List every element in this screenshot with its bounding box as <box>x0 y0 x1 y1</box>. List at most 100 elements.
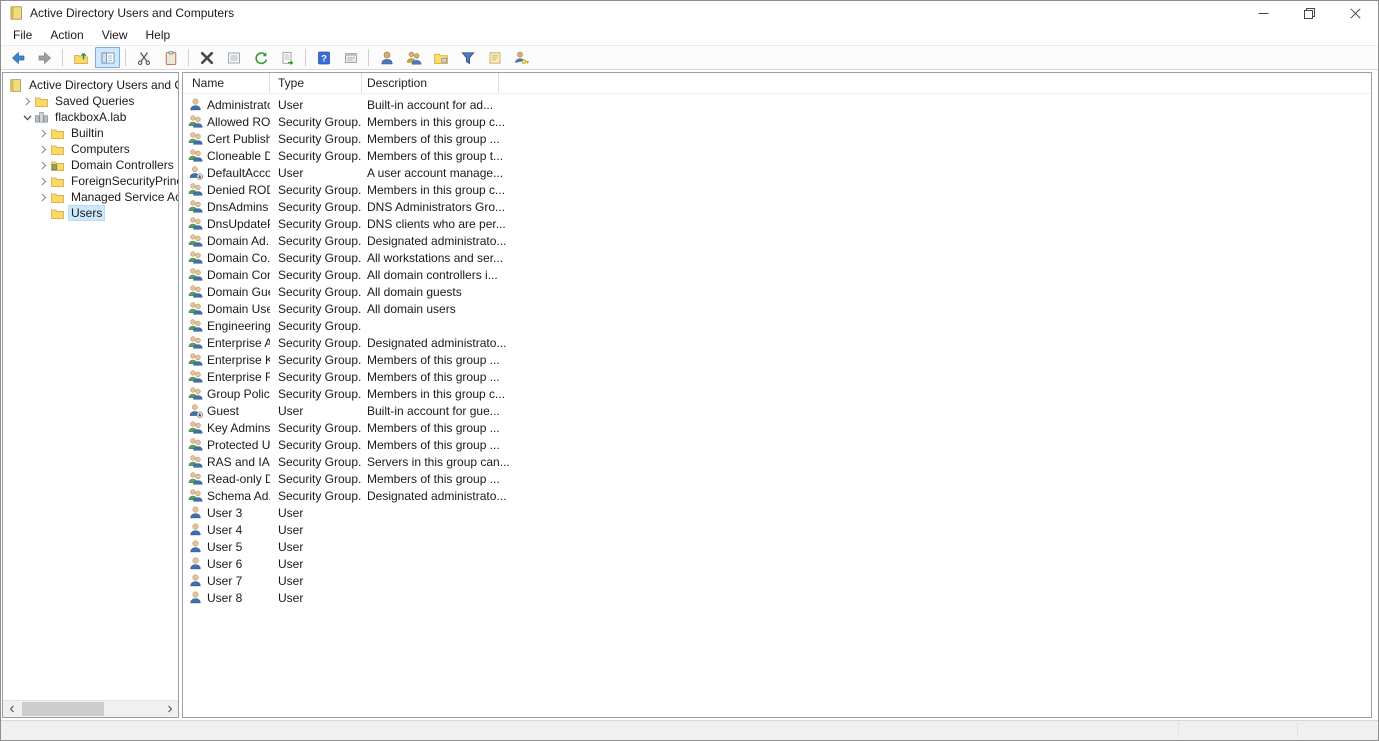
list-row[interactable]: User 6User <box>183 555 1371 572</box>
menu-help[interactable]: Help <box>137 26 180 44</box>
toolbar-find-user-button[interactable] <box>509 47 534 68</box>
list-row[interactable]: User 4User <box>183 521 1371 538</box>
tree-item-domain-controllers[interactable]: Domain Controllers <box>3 157 178 173</box>
list-row[interactable]: GuestUserBuilt-in account for gue... <box>183 402 1371 419</box>
tree-item-foreignsecurityprincipals[interactable]: ForeignSecurityPrincipals <box>3 173 178 189</box>
list-row[interactable]: User 8User <box>183 589 1371 606</box>
group-icon <box>188 471 204 487</box>
toolbar-up-one-level-button[interactable] <box>68 47 93 68</box>
list-row[interactable]: Domain Ad...Security Group...Designated … <box>183 232 1371 249</box>
list-row[interactable]: Read-only D...Security Group...Members o… <box>183 470 1371 487</box>
toolbar-delete-button[interactable] <box>194 47 219 68</box>
toolbar-set-filter-button[interactable] <box>455 47 480 68</box>
console-tree-icon <box>100 50 116 66</box>
cell-name: Engineering <box>183 318 270 334</box>
toolbar-new-ou-button[interactable] <box>428 47 453 68</box>
tree-horizontal-scrollbar[interactable] <box>3 700 178 717</box>
list-row[interactable]: Enterprise A...Security Group...Designat… <box>183 334 1371 351</box>
minimize-button[interactable] <box>1240 1 1286 25</box>
list-row[interactable]: AdministratorUserBuilt-in account for ad… <box>183 96 1371 113</box>
toolbar-cut-button[interactable] <box>131 47 156 68</box>
list-row[interactable]: Enterprise K...Security Group...Members … <box>183 351 1371 368</box>
menu-action[interactable]: Action <box>41 26 92 44</box>
toolbar-new-user-button[interactable] <box>374 47 399 68</box>
toolbar-properties-button[interactable] <box>221 47 246 68</box>
scrollbar-track[interactable] <box>20 701 161 717</box>
scrollbar-thumb[interactable] <box>22 702 104 716</box>
list-row[interactable]: RAS and IAS ...Security Group...Servers … <box>183 453 1371 470</box>
chevron-right-icon[interactable] <box>36 142 50 156</box>
cut-icon <box>136 50 152 66</box>
toolbar-export-list-button[interactable] <box>275 47 300 68</box>
list-row[interactable]: DefaultAcco...UserA user account manage.… <box>183 164 1371 181</box>
list-row[interactable]: Group Polic...Security Group...Members i… <box>183 385 1371 402</box>
list-row[interactable]: DnsUpdateP...Security Group...DNS client… <box>183 215 1371 232</box>
toolbar-help-button[interactable]: ? <box>311 47 336 68</box>
tree-item-builtin[interactable]: Builtin <box>3 125 178 141</box>
tree-item-users[interactable]: Users <box>3 205 178 221</box>
list-row[interactable]: Key AdminsSecurity Group...Members of th… <box>183 419 1371 436</box>
toolbar-show-window-button[interactable] <box>338 47 363 68</box>
list-row[interactable]: DnsAdminsSecurity Group...DNS Administra… <box>183 198 1371 215</box>
list-row[interactable]: Schema Ad...Security Group...Designated … <box>183 487 1371 504</box>
object-description: Members of this group ... <box>362 132 1371 146</box>
restore-button[interactable] <box>1286 1 1332 25</box>
list-row[interactable]: Protected Us...Security Group...Members … <box>183 436 1371 453</box>
list-row[interactable]: Denied ROD...Security Group...Members in… <box>183 181 1371 198</box>
user-key-icon <box>514 50 530 66</box>
chevron-right-icon[interactable] <box>36 158 50 172</box>
tree-item-label: Saved Queries <box>53 94 136 108</box>
group-icon <box>188 114 204 130</box>
column-header-type[interactable]: Type <box>270 73 362 93</box>
list-row[interactable]: Domain Co...Security Group...All worksta… <box>183 249 1371 266</box>
scroll-left-button[interactable] <box>3 701 20 717</box>
list-row[interactable]: Allowed RO...Security Group...Members in… <box>183 113 1371 130</box>
toolbar-refresh-button[interactable] <box>248 47 273 68</box>
toolbar-paste-button[interactable] <box>158 47 183 68</box>
column-header-name[interactable]: Name <box>183 73 270 93</box>
tree-item-computers[interactable]: Computers <box>3 141 178 157</box>
toolbar-document-button[interactable] <box>482 47 507 68</box>
object-description: All domain users <box>362 302 1371 316</box>
object-name: Cloneable D... <box>207 149 270 163</box>
main-area: Active Directory Users and ComputersSave… <box>1 70 1378 720</box>
cell-name: User 3 <box>183 505 270 521</box>
chevron-down-icon[interactable] <box>20 110 34 124</box>
list-row[interactable]: Domain UsersSecurity Group...All domain … <box>183 300 1371 317</box>
toolbar-back-button[interactable] <box>5 47 30 68</box>
chevron-right-icon[interactable] <box>36 190 50 204</box>
toolbar-new-group-button[interactable] <box>401 47 426 68</box>
toolbar-forward-button[interactable] <box>32 47 57 68</box>
list-row[interactable]: Cert Publish...Security Group...Members … <box>183 130 1371 147</box>
chevron-right-icon[interactable] <box>20 94 34 108</box>
close-button[interactable] <box>1332 1 1378 25</box>
status-cell <box>1179 721 1297 740</box>
list-row[interactable]: User 7User <box>183 572 1371 589</box>
menu-view[interactable]: View <box>93 26 137 44</box>
list-row[interactable]: Cloneable D...Security Group...Members o… <box>183 147 1371 164</box>
chevron-right-icon[interactable] <box>36 126 50 140</box>
object-type: Security Group... <box>270 319 362 333</box>
list-row[interactable]: EngineeringSecurity Group... <box>183 317 1371 334</box>
paste-icon <box>163 50 179 66</box>
app-icon[interactable] <box>8 5 24 21</box>
tree-item-managed-service-accounts[interactable]: Managed Service Accounts <box>3 189 178 205</box>
list-row[interactable]: Domain Gue...Security Group...All domain… <box>183 283 1371 300</box>
chevron-right-icon[interactable] <box>36 174 50 188</box>
list-row[interactable]: Domain Con...Security Group...All domain… <box>183 266 1371 283</box>
tree-item-saved-queries[interactable]: Saved Queries <box>3 93 178 109</box>
list-row[interactable]: User 5User <box>183 538 1371 555</box>
tree-item-active-directory-users-and-computers[interactable]: Active Directory Users and Computers <box>3 77 178 93</box>
object-name: Guest <box>207 404 239 418</box>
list-row[interactable]: Enterprise R...Security Group...Members … <box>183 368 1371 385</box>
object-name: Domain Gue... <box>207 285 270 299</box>
column-header-description[interactable]: Description <box>362 73 499 93</box>
folder-icon <box>50 174 66 189</box>
object-name: User 7 <box>207 574 242 588</box>
menu-file[interactable]: File <box>4 26 41 44</box>
list-row[interactable]: User 3User <box>183 504 1371 521</box>
toolbar-show-console-tree-button[interactable] <box>95 47 120 68</box>
tree-item-flackboxa-lab[interactable]: flackboxA.lab <box>3 109 178 125</box>
scroll-right-button[interactable] <box>161 701 178 717</box>
object-name: Key Admins <box>207 421 270 435</box>
